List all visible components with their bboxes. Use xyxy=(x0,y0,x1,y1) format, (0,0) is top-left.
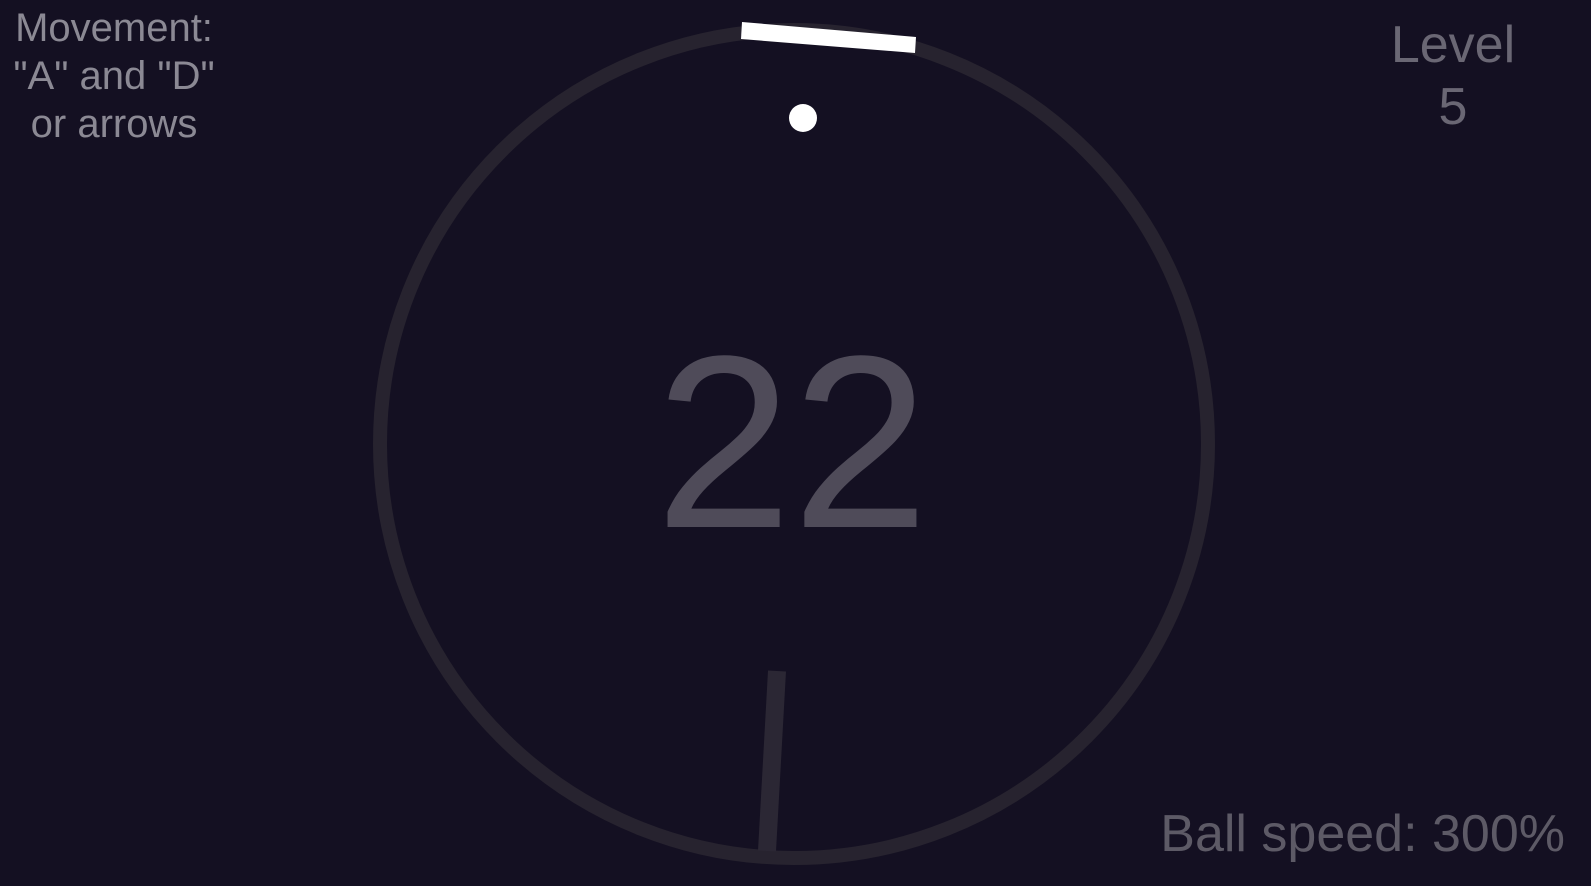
obstacle-spoke xyxy=(758,670,786,852)
score-counter: 22 xyxy=(655,305,929,580)
level-value: 5 xyxy=(1438,78,1468,136)
game-screen[interactable]: 22 Movement: "A" and "D" or arrows Level… xyxy=(0,0,1591,886)
controls-hint: Movement: "A" and "D" or arrows xyxy=(13,6,215,146)
ball-speed-readout: Ball speed: 300% xyxy=(1160,805,1565,863)
level-indicator: Level 5 xyxy=(1373,14,1533,138)
ball xyxy=(789,104,817,132)
level-label: Level xyxy=(1390,16,1516,74)
